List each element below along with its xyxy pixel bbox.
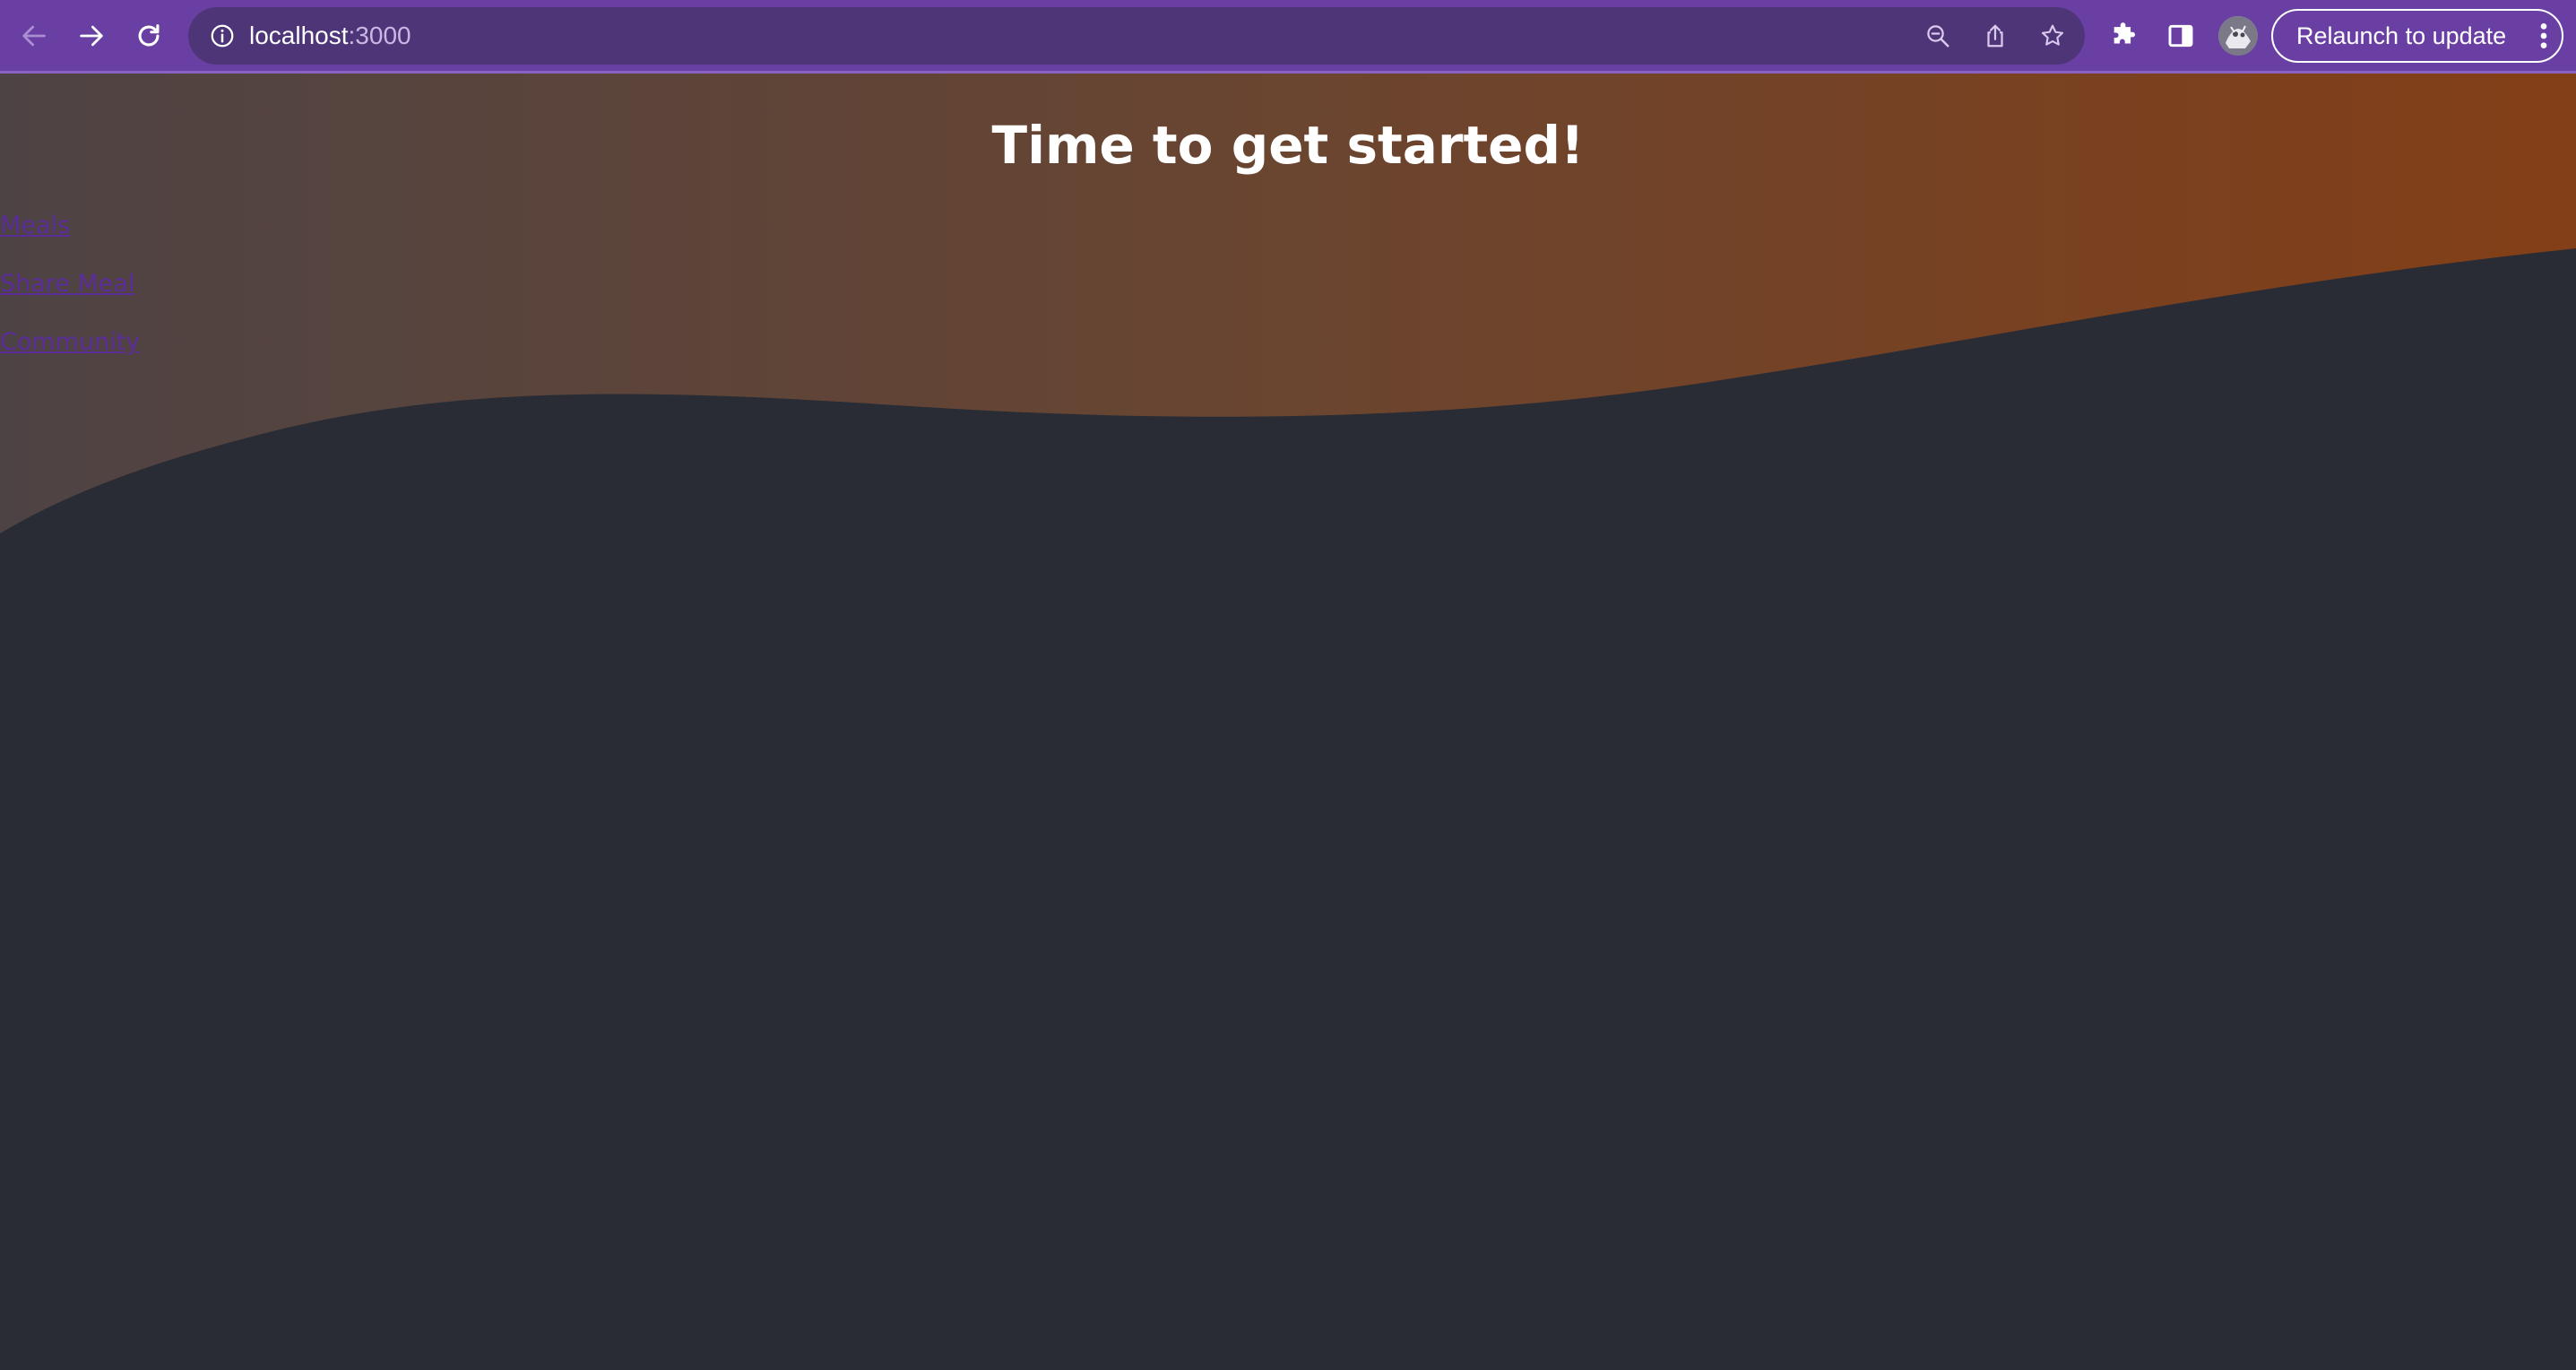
url-host: localhost [249,22,349,49]
forward-button[interactable] [70,14,113,57]
bookmark-star-icon[interactable] [2036,20,2069,52]
nav-link-community[interactable]: Community [0,325,140,360]
url-text: localhost:3000 [249,7,411,65]
page-title: Time to get started! [991,115,1585,176]
profile-avatar[interactable] [2218,16,2258,56]
back-button[interactable] [13,14,56,57]
share-icon[interactable] [1979,20,2011,52]
browser-toolbar: localhost:3000 Relaunch to update [0,0,2576,74]
relaunch-button[interactable]: Relaunch to update [2271,9,2563,63]
extensions-puzzle-icon[interactable] [2105,16,2144,56]
page-viewport: Time to get started! Meals Share Meal Co… [0,74,2576,1370]
nav-link-share-meal[interactable]: Share Meal [0,266,140,302]
reload-button[interactable] [127,14,170,57]
zoom-icon[interactable] [1922,20,1954,52]
url-port: :3000 [348,22,411,49]
menu-kebab-icon [2540,23,2547,48]
page-nav: Meals Share Meal Community [0,208,140,383]
relaunch-label: Relaunch to update [2296,22,2507,49]
side-panel-icon[interactable] [2161,16,2200,56]
address-bar[interactable]: localhost:3000 [188,7,2085,65]
arrow-left-icon [22,25,46,47]
arrow-right-icon [80,25,103,47]
site-info-icon[interactable] [206,20,238,52]
nav-link-meals[interactable]: Meals [0,208,140,244]
reload-icon [138,24,160,47]
